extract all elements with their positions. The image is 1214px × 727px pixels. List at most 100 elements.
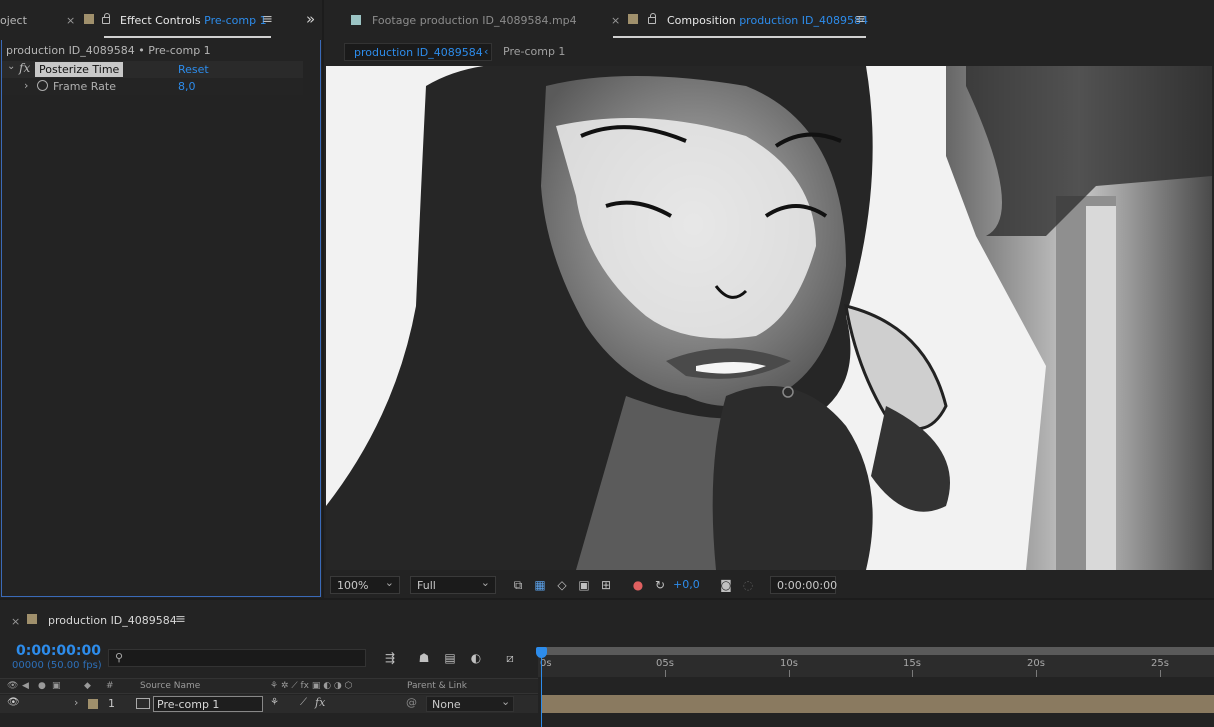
audio-icon[interactable]: ◀ bbox=[22, 681, 29, 691]
parent-value: None bbox=[432, 698, 461, 711]
eye-icon[interactable]: 👁 bbox=[7, 681, 18, 691]
panel-menu-icon[interactable]: ≡ bbox=[175, 612, 186, 627]
timecode-field[interactable]: 0:00:00:00 bbox=[770, 576, 838, 594]
motion-blur-icon[interactable]: ◐ bbox=[468, 650, 484, 666]
tab-composition[interactable]: Composition production ID_4089584 bbox=[667, 14, 868, 27]
layer-name-field[interactable]: Pre-comp 1 bbox=[153, 696, 263, 712]
panel-menu-icon[interactable]: ≡ bbox=[262, 12, 273, 27]
show-snapshot-icon[interactable]: ◌ bbox=[740, 577, 756, 593]
tab-effect-controls[interactable]: Effect Controls Pre-comp 1 bbox=[120, 14, 267, 27]
source-name-header[interactable]: Source Name bbox=[140, 681, 200, 691]
footage-color-icon bbox=[351, 15, 361, 28]
ruler-tick bbox=[912, 670, 913, 677]
layer-column-headers: 👁 ◀ ● ▣ ◆ # Source Name ⚘ ✲ ⟋ fx ▣ ◐ ◑ ⬡… bbox=[0, 678, 538, 694]
shy-switch-icon[interactable]: ⚘ bbox=[270, 697, 279, 708]
close-icon[interactable]: × bbox=[611, 14, 620, 27]
close-icon[interactable]: × bbox=[11, 615, 20, 628]
parent-link-header: Parent & Link bbox=[407, 681, 467, 691]
layer-row[interactable]: 👁 › 1 Pre-comp 1 ⚘ ⟋ fx @ None ⌄ bbox=[0, 695, 538, 713]
region-of-interest-icon[interactable]: ▣ bbox=[576, 577, 592, 593]
timeline-title[interactable]: production ID_4089584 bbox=[48, 614, 177, 627]
ruler-tick-label: 05s bbox=[656, 658, 674, 669]
quality-switch-icon[interactable]: ⟋ bbox=[300, 697, 307, 708]
effect-name[interactable]: Posterize Time bbox=[35, 62, 124, 77]
viewer-timecode: 0:00:00:00 bbox=[777, 579, 838, 592]
pick-whip-icon[interactable]: @ bbox=[406, 696, 417, 709]
tab-footage[interactable]: Footage production ID_4089584.mp4 bbox=[372, 14, 577, 27]
label-icon[interactable]: ◆ bbox=[84, 681, 91, 691]
graph-editor-icon[interactable]: ⧄ bbox=[502, 650, 518, 666]
stopwatch-icon[interactable] bbox=[37, 80, 48, 91]
layer-duration-bar[interactable] bbox=[542, 695, 1214, 713]
playhead-handle[interactable] bbox=[536, 647, 547, 658]
layer-label-color[interactable] bbox=[88, 699, 98, 712]
preview-icon[interactable]: ⧉ bbox=[510, 577, 526, 593]
resolution-select[interactable]: Full bbox=[410, 576, 496, 594]
ruler-tick-label: 15s bbox=[903, 658, 921, 669]
breadcrumb-item: production ID_4089584 bbox=[354, 46, 483, 59]
parent-select[interactable]: None ⌄ bbox=[426, 695, 514, 712]
ruler-tick-label: 10s bbox=[780, 658, 798, 669]
overflow-icon[interactable]: » bbox=[306, 10, 315, 28]
ruler-tick-label: 20s bbox=[1027, 658, 1045, 669]
fx-icon[interactable]: fx bbox=[315, 696, 325, 709]
chevron-right-icon[interactable]: › bbox=[74, 696, 78, 709]
switches-header-icons: ⚘ ✲ ⟋ fx ▣ ◐ ◑ ⬡ bbox=[270, 681, 353, 691]
lock-icon[interactable] bbox=[648, 13, 656, 27]
tab-project[interactable]: oject bbox=[0, 14, 27, 27]
current-time-display[interactable]: 0:00:00:00 bbox=[16, 643, 101, 659]
active-tab-underline bbox=[613, 36, 866, 38]
tab-label: Composition bbox=[667, 14, 736, 27]
snapshot-icon[interactable]: ◙ bbox=[718, 577, 734, 593]
chevron-down-icon[interactable]: ⌄ bbox=[7, 61, 15, 72]
tab-label: Footage bbox=[372, 14, 417, 27]
lock-icon[interactable] bbox=[102, 13, 110, 27]
playhead-line[interactable] bbox=[541, 648, 542, 727]
shy-layers-icon[interactable]: ☗ bbox=[416, 650, 432, 666]
mask-path-icon[interactable]: ◇ bbox=[554, 577, 570, 593]
frame-rate-value[interactable]: 8,0 bbox=[178, 80, 196, 93]
effect-row-posterize-time[interactable]: ⌄ fx Posterize Time Reset bbox=[2, 61, 303, 78]
eye-icon[interactable]: 👁 bbox=[7, 697, 20, 708]
zoom-select[interactable]: 100% bbox=[330, 576, 400, 594]
ruler-tick bbox=[1160, 670, 1161, 677]
viewer-toolbar: 100% Full ⧉ ▦ ◇ ▣ ⊞ ● ↻ +0,0 ◙ ◌ 0:00:00… bbox=[326, 572, 1212, 598]
chevron-left-icon: ‹ bbox=[484, 45, 489, 58]
property-row-frame-rate: › Frame Rate 8,0 bbox=[2, 78, 303, 95]
search-icon: ⚲ bbox=[115, 651, 124, 664]
breadcrumb-active[interactable]: production ID_4089584 ‹ bbox=[344, 43, 492, 61]
solo-icon[interactable]: ● bbox=[38, 681, 46, 691]
frame-blending-icon[interactable]: ▤ bbox=[442, 650, 458, 666]
grid-guides-icon[interactable]: ⊞ bbox=[598, 577, 614, 593]
comp-color-icon bbox=[27, 614, 37, 627]
ruler-tick bbox=[1036, 670, 1037, 677]
layer-number: 1 bbox=[108, 697, 115, 710]
channels-icon[interactable]: ● bbox=[630, 577, 646, 593]
comp-flowchart-icon[interactable]: ⇶ bbox=[382, 650, 398, 666]
chevron-right-icon[interactable]: › bbox=[24, 79, 28, 92]
reset-link[interactable]: Reset bbox=[178, 63, 209, 76]
frame-info: 00000 (50.00 fps) bbox=[12, 660, 102, 671]
reset-exposure-icon[interactable]: ↻ bbox=[652, 577, 668, 593]
breadcrumb-item[interactable]: Pre-comp 1 bbox=[503, 45, 565, 58]
fx-icon[interactable]: fx bbox=[19, 61, 30, 75]
ruler-tick bbox=[789, 670, 790, 677]
effect-controls-panel: oject × Effect Controls Pre-comp 1 ≡ » p… bbox=[0, 0, 322, 598]
lock-icon[interactable] bbox=[84, 14, 94, 27]
property-name: Frame Rate bbox=[53, 80, 116, 93]
work-area-bar[interactable] bbox=[538, 647, 1214, 655]
exposure-value[interactable]: +0,0 bbox=[673, 578, 700, 591]
timeline-panel: × production ID_4089584 ≡ 0:00:00:00 000… bbox=[0, 600, 1214, 727]
composition-icon bbox=[136, 698, 150, 709]
layer-search-input[interactable]: ⚲ bbox=[108, 649, 366, 667]
lock-icon[interactable]: ▣ bbox=[52, 681, 61, 691]
ruler-tick bbox=[665, 670, 666, 677]
layer-number-header: # bbox=[106, 681, 114, 691]
close-icon[interactable]: × bbox=[66, 14, 75, 27]
transparency-grid-icon[interactable]: ▦ bbox=[532, 577, 548, 593]
chevron-down-icon: ⌄ bbox=[501, 695, 511, 708]
effect-controls-tabbar: oject × Effect Controls Pre-comp 1 ≡ » bbox=[0, 0, 322, 40]
composition-viewer[interactable] bbox=[326, 66, 1212, 570]
panel-menu-icon[interactable]: ≡ bbox=[855, 12, 866, 27]
tab-comp-name: production ID_4089584 bbox=[739, 14, 868, 27]
